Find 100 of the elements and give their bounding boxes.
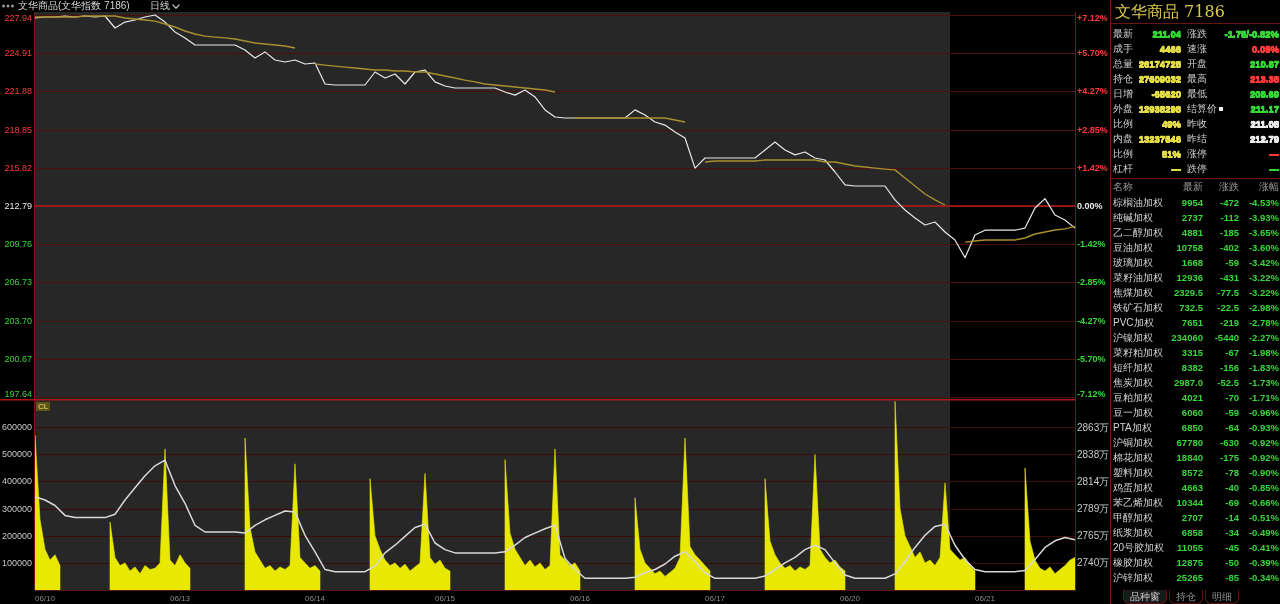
chevron-down-icon xyxy=(171,3,180,9)
commodity-name[interactable]: 焦炭加权 xyxy=(1113,376,1167,389)
percent-change: -0.66% xyxy=(1247,496,1279,509)
commodity-name[interactable]: 纯碱加权 xyxy=(1113,211,1167,224)
price-axis-label: 215.82 xyxy=(4,162,32,173)
quote-value: 49% xyxy=(1161,117,1181,130)
price-axis-label: 206.73 xyxy=(4,277,32,288)
percent-axis-label: +5.70% xyxy=(1077,48,1108,59)
panel-tab[interactable]: 持仓 xyxy=(1169,590,1203,604)
percent-change: -3.22% xyxy=(1247,271,1279,284)
column-header: 最新 xyxy=(1182,180,1203,194)
open-interest-axis-label: 2765万 xyxy=(1077,529,1110,541)
volume-axis-label: 100000 xyxy=(1,557,32,568)
last-price: 9954 xyxy=(1180,196,1203,209)
quote-label: 外盘 xyxy=(1113,102,1133,115)
last-price: 234060 xyxy=(1170,331,1203,344)
commodity-name[interactable]: 棕榈油加权 xyxy=(1113,196,1167,209)
price-axis-label: 218.85 xyxy=(4,124,32,135)
commodity-name[interactable]: 豆粕加权 xyxy=(1113,391,1167,404)
price-change: -59 xyxy=(1224,256,1239,269)
period-selector[interactable]: 日线 xyxy=(147,0,182,12)
last-price: 12875 xyxy=(1175,556,1203,569)
price-change: -52.5 xyxy=(1216,376,1239,389)
quote-value: 211.04 xyxy=(1151,27,1181,40)
quote-value: 0.05% xyxy=(1251,42,1279,55)
last-price: 732.5 xyxy=(1178,301,1203,314)
column-header: 名称 xyxy=(1113,180,1134,194)
commodity-name[interactable]: 沪铜加权 xyxy=(1113,436,1167,449)
commodity-name[interactable]: 焦煤加权 xyxy=(1113,286,1167,299)
price-axis-label: 212.79 xyxy=(4,201,32,211)
percent-change: -2.27% xyxy=(1247,331,1279,344)
commodity-name[interactable]: 铁矿石加权 xyxy=(1113,301,1167,314)
commodity-name[interactable]: 棉花加权 xyxy=(1113,451,1167,464)
last-price: 18840 xyxy=(1175,451,1203,464)
price-change: -22.5 xyxy=(1216,301,1239,314)
price-change: -14 xyxy=(1224,511,1239,524)
quote-label: 最高 xyxy=(1187,72,1207,85)
last-price: 2987.0 xyxy=(1172,376,1203,389)
price-axis-label: 197.64 xyxy=(4,389,32,399)
price-change: -85 xyxy=(1224,571,1239,584)
date-axis-label: 06/14 xyxy=(305,593,325,603)
percent-change: -1.71% xyxy=(1247,391,1279,404)
open-interest-axis-label: 2789万 xyxy=(1077,503,1110,515)
percent-change: -0.41% xyxy=(1247,541,1279,554)
percent-change: -3.93% xyxy=(1247,211,1279,224)
percent-change: -3.42% xyxy=(1247,256,1279,269)
percent-axis-label: -4.27% xyxy=(1077,315,1106,326)
date-axis-label: 06/21 xyxy=(975,593,995,603)
price-axis-label: 227.94 xyxy=(4,13,32,23)
commodity-name[interactable]: 塑料加权 xyxy=(1113,466,1167,479)
commodity-name[interactable]: 菜籽粕加权 xyxy=(1113,346,1167,359)
percent-change: -1.98% xyxy=(1247,346,1279,359)
commodity-name[interactable]: PVC加权 xyxy=(1113,316,1167,329)
commodity-name[interactable]: 菜籽油加权 xyxy=(1113,271,1167,284)
commodity-name[interactable]: 鸡蛋加权 xyxy=(1113,481,1167,494)
last-price: 8572 xyxy=(1180,466,1203,479)
quote-value: -65620 xyxy=(1150,87,1181,100)
commodity-name[interactable]: 玻璃加权 xyxy=(1113,256,1167,269)
percent-axis-label: -5.70% xyxy=(1077,353,1106,364)
percent-change: -0.90% xyxy=(1247,466,1279,479)
commodity-name[interactable]: 沪镍加权 xyxy=(1113,331,1167,344)
quote-label: 跌停 xyxy=(1187,162,1207,175)
panel-tab[interactable]: 明细 xyxy=(1205,590,1239,604)
date-axis-label: 06/20 xyxy=(840,593,860,603)
price-change: -175 xyxy=(1219,451,1239,464)
commodity-name[interactable]: 乙二醇加权 xyxy=(1113,226,1167,239)
percent-change: -1.83% xyxy=(1247,361,1279,374)
quote-value: -1.75/-0.82% xyxy=(1223,27,1279,40)
commodity-name[interactable]: 豆油加权 xyxy=(1113,241,1167,254)
last-price: 4663 xyxy=(1180,481,1203,494)
commodity-name[interactable]: 甲醇加权 xyxy=(1113,511,1167,524)
quote-label: 开盘 xyxy=(1187,57,1207,70)
quote-label: 最低 xyxy=(1187,87,1207,100)
percent-change: -0.93% xyxy=(1247,421,1279,434)
price-axis-label: 203.70 xyxy=(4,315,32,326)
price-axis-label: 200.67 xyxy=(4,353,32,364)
commodity-name[interactable]: 20号胶加权 xyxy=(1113,541,1167,554)
quote-value: — xyxy=(1268,162,1279,175)
quote-label: 比例 xyxy=(1113,117,1133,130)
commodity-name[interactable]: 苯乙烯加权 xyxy=(1113,496,1167,509)
commodity-name[interactable]: 纸浆加权 xyxy=(1113,526,1167,539)
percent-change: -3.65% xyxy=(1247,226,1279,239)
date-axis-label: 06/15 xyxy=(435,593,455,603)
commodity-name[interactable]: 沪锌加权 xyxy=(1113,571,1167,584)
commodity-name[interactable]: PTA加权 xyxy=(1113,421,1167,434)
panel-tab[interactable]: 品种窗 xyxy=(1123,590,1167,604)
price-change: -5440 xyxy=(1213,331,1239,344)
percent-change: -0.92% xyxy=(1247,436,1279,449)
percent-change: -4.53% xyxy=(1247,196,1279,209)
last-price: 2707 xyxy=(1180,511,1203,524)
commodity-name[interactable]: 短纤加权 xyxy=(1113,361,1167,374)
volume-axis-label: 500000 xyxy=(1,449,32,460)
price-change: -59 xyxy=(1224,406,1239,419)
quote-value: — xyxy=(1170,162,1181,175)
instrument-title: 文华商品(文华指数 7186) xyxy=(18,0,130,12)
price-axis-label: 209.76 xyxy=(4,239,32,250)
commodity-name[interactable]: 橡胶加权 xyxy=(1113,556,1167,569)
percent-change: -3.60% xyxy=(1247,241,1279,254)
date-axis-label: 06/13 xyxy=(170,593,190,603)
commodity-name[interactable]: 豆一加权 xyxy=(1113,406,1167,419)
